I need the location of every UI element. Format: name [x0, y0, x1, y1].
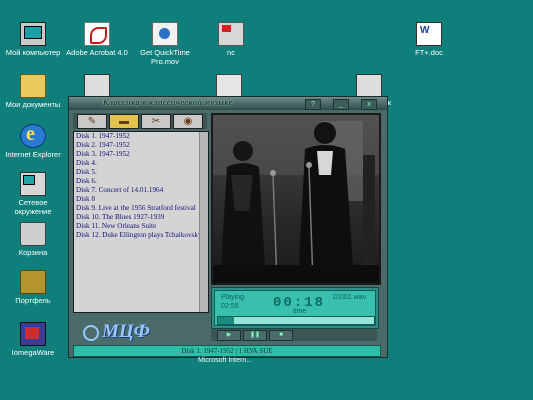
playlist-item[interactable]: Disk 10. The Blues 1927-1939	[74, 213, 208, 222]
player-title-bar[interactable]: Классика в классической музыке ? _ x	[69, 97, 387, 110]
my-computer-icon	[20, 22, 46, 46]
desktop-icon-label: Internet Explorer	[5, 150, 61, 159]
folder-icon: ▬	[119, 116, 129, 127]
logo-ring-icon	[83, 324, 99, 341]
taskbar-caption[interactable]: Microsoft Intern...	[198, 357, 252, 364]
playlist-item[interactable]: Disk 1. 1947-1952	[74, 132, 208, 141]
playlist-panel[interactable]: Disk 1. 1947-1952 Disk 2. 1947-1952 Disk 3…	[73, 131, 209, 313]
edit-tool-button[interactable]: ✎	[77, 114, 107, 129]
playlist-item[interactable]: Disk 9. Live at the 1956 Stratford festi…	[74, 204, 208, 213]
playlist-item[interactable]: Disk 7. Concert of 14.01.1964	[74, 186, 208, 195]
printer-icon	[216, 74, 242, 98]
playlist: Disk 1. 1947-1952 Disk 2. 1947-1952 Disk 3…	[74, 132, 208, 240]
desktop-icon-label: IomegaWare	[11, 348, 55, 357]
desktop-icon-acrobat[interactable]: Adobe Acrobat 4.0	[64, 22, 130, 57]
desktop-icon-internet-explorer[interactable]: Internet Explorer	[0, 123, 66, 159]
my-documents-icon	[20, 74, 46, 98]
album-photo	[211, 113, 381, 285]
desktop-icon-recycle-bin[interactable]: Корзина	[0, 222, 66, 257]
network-icon	[20, 172, 46, 196]
tools-button[interactable]: ✂	[141, 114, 171, 129]
play-button[interactable]: ▶	[217, 330, 241, 341]
desktop-icon-iomega[interactable]: IomegaWare	[0, 322, 66, 357]
playlist-item[interactable]: Disk 5.	[74, 168, 208, 177]
transport-controls: ▶ ❚❚ ■	[211, 329, 377, 341]
desktop-icon-my-computer[interactable]: Мой компьютер	[0, 22, 66, 57]
logo-text: МЦФ	[102, 321, 150, 342]
desktop-icon-network[interactable]: Сетевое окружение	[0, 172, 66, 216]
pause-button[interactable]: ❚❚	[243, 330, 267, 341]
playlist-item[interactable]: Disk 12. Duke Ellington plays Tchaikovsk…	[74, 231, 208, 240]
player-status-bar: Disk 1. 1947-1952 | 1 НУА SUE	[73, 345, 381, 357]
desktop-icon-label: FT+.doc	[415, 48, 443, 57]
desktop-icon-label: Get QuickTime Pro.mov	[132, 48, 198, 66]
close-button[interactable]: x	[361, 99, 377, 110]
music-player-window[interactable]: Классика в классической музыке ? _ x ✎ ▬…	[68, 96, 388, 358]
iomega-icon	[20, 322, 46, 346]
desktop-icon-nc[interactable]: nc	[198, 22, 264, 57]
desktop-icon-label-text: Get QuickTime Pro.mov	[140, 48, 190, 66]
desktop-icon-label: nc	[227, 48, 235, 57]
playback-progress-bar[interactable]	[217, 316, 375, 325]
playlist-scrollbar[interactable]	[199, 132, 208, 312]
player-display: Playing 02:55 00:18 D1\01.wav time	[211, 287, 379, 329]
disc-icon: ◉	[183, 116, 193, 127]
playlist-item[interactable]: Disk 11. New Orleans Suite	[74, 222, 208, 231]
desktop-icon-label: Портфель	[15, 296, 51, 305]
playback-status: Playing	[221, 294, 244, 301]
playlist-item[interactable]: Disk 3. 1947-1952	[74, 150, 208, 159]
acrobat-icon	[84, 22, 110, 46]
quicktime-file-icon	[152, 22, 178, 46]
application-icon	[84, 74, 110, 98]
player-title: Классика в классической музыке	[103, 98, 233, 107]
playlist-toolbar: ✎ ▬ ✂ ◉	[73, 113, 207, 129]
desktop-icon-briefcase[interactable]: Портфель	[0, 270, 66, 305]
shortcut-icon	[356, 74, 382, 98]
desktop-icon-label: Мой компьютер	[5, 48, 61, 57]
track-length: 02:55	[221, 303, 239, 310]
desktop-icon-label: Сетевое окружение	[0, 198, 66, 216]
help-button[interactable]: ?	[305, 99, 321, 110]
time-label: time	[293, 308, 307, 315]
internet-explorer-icon	[20, 123, 46, 148]
playlist-item[interactable]: Disk 4.	[74, 159, 208, 168]
briefcase-icon	[20, 270, 46, 294]
playlist-button[interactable]: ◉	[173, 114, 203, 129]
desktop-icon-label-text: Сетевое окружение	[14, 198, 52, 216]
current-file: D1\01.wav	[333, 294, 367, 301]
desktop-icon-label: Корзина	[18, 248, 48, 257]
recycle-bin-icon	[20, 222, 46, 246]
word-document-icon	[416, 22, 442, 46]
desktop-icon-quicktime[interactable]: Get QuickTime Pro.mov	[132, 22, 198, 66]
desktop-icon-ft-doc[interactable]: FT+.doc	[396, 22, 462, 57]
norton-commander-icon	[218, 22, 244, 46]
stop-button[interactable]: ■	[269, 330, 293, 341]
mcf-logo: МЦФ	[83, 321, 150, 343]
desktop-icon-label: Мои документы	[5, 100, 61, 109]
lcd-screen: Playing 02:55 00:18 D1\01.wav time	[214, 290, 376, 326]
progress-fill	[218, 317, 234, 324]
wrench-icon: ✂	[151, 116, 161, 127]
playlist-item[interactable]: Disk 8	[74, 195, 208, 204]
minimize-button[interactable]: _	[333, 99, 349, 110]
playlist-item[interactable]: Disk 6.	[74, 177, 208, 186]
pencil-icon: ✎	[87, 116, 97, 127]
desktop-icon-label: Adobe Acrobat 4.0	[66, 48, 128, 57]
playlist-item[interactable]: Disk 2. 1947-1952	[74, 141, 208, 150]
desktop-icon-my-documents[interactable]: Мои документы	[0, 74, 66, 109]
concert-photo	[213, 115, 379, 283]
open-folder-button[interactable]: ▬	[109, 114, 139, 129]
